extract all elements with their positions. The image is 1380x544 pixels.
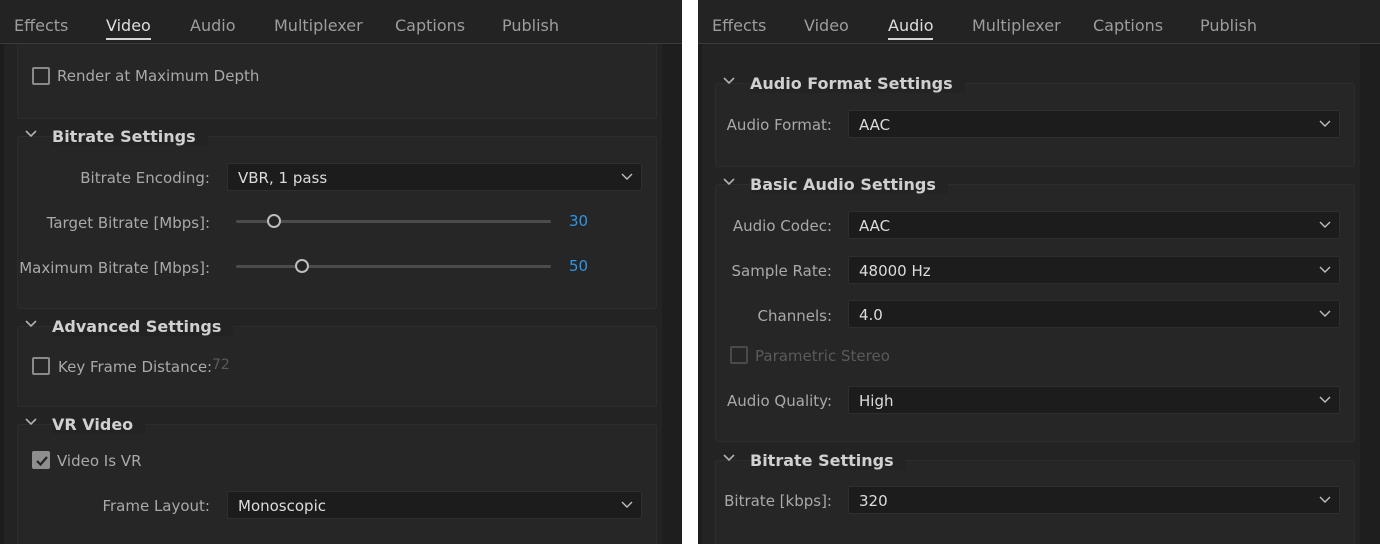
dropdown-arrow-icon xyxy=(1319,266,1331,273)
tab-effects[interactable]: Effects xyxy=(14,16,68,35)
chevron-down-icon[interactable] xyxy=(25,130,37,138)
target-bitrate-slider-thumb[interactable] xyxy=(266,214,281,228)
dropdown-arrow-icon xyxy=(1319,221,1331,228)
tab-bar: Effects Video Audio Multiplexer Captions… xyxy=(0,0,682,44)
tab-bar: Effects Video Audio Multiplexer Captions… xyxy=(698,0,1380,44)
chevron-down-icon[interactable] xyxy=(25,320,37,328)
dropdown-arrow-icon xyxy=(621,173,633,180)
key-frame-distance-label: Key Frame Distance: xyxy=(58,358,213,376)
video-is-vr-label: Video Is VR xyxy=(57,452,142,470)
audio-quality-value: High xyxy=(859,392,894,410)
tab-video[interactable]: Video xyxy=(106,16,151,40)
tab-captions[interactable]: Captions xyxy=(1093,16,1163,35)
sample-rate-label: Sample Rate: xyxy=(731,262,832,280)
frame-layout-label: Frame Layout: xyxy=(102,497,210,515)
key-frame-distance-value: 72 xyxy=(212,357,230,373)
tab-video[interactable]: Video xyxy=(804,16,849,35)
dropdown-arrow-icon xyxy=(1319,310,1331,317)
tab-multiplexer[interactable]: Multiplexer xyxy=(274,16,363,35)
target-bitrate-value[interactable]: 30 xyxy=(569,212,588,230)
vr-video-box xyxy=(17,424,657,544)
bitrate-settings-title: Bitrate Settings xyxy=(52,127,208,146)
audio-codec-dropdown[interactable]: AAC xyxy=(848,211,1340,239)
parametric-stereo-label: Parametric Stereo xyxy=(755,347,890,365)
tab-captions[interactable]: Captions xyxy=(395,16,465,35)
tab-multiplexer[interactable]: Multiplexer xyxy=(972,16,1061,35)
scrollbar-track[interactable] xyxy=(662,44,682,544)
dropdown-arrow-icon xyxy=(1319,120,1331,127)
scrollbar-track[interactable] xyxy=(1360,44,1380,544)
tab-effects[interactable]: Effects xyxy=(712,16,766,35)
channels-label: Channels: xyxy=(757,307,832,325)
chevron-down-icon[interactable] xyxy=(25,418,37,426)
audio-codec-label: Audio Codec: xyxy=(732,217,832,235)
tab-publish[interactable]: Publish xyxy=(502,16,559,35)
audio-bitrate-label: Bitrate [kbps]: xyxy=(724,492,832,510)
left-edge xyxy=(0,44,4,544)
audio-quality-dropdown[interactable]: High xyxy=(848,386,1340,414)
audio-bitrate-value: 320 xyxy=(859,492,888,510)
audio-format-settings-title: Audio Format Settings xyxy=(750,74,965,93)
bitrate-encoding-label: Bitrate Encoding: xyxy=(80,169,210,187)
checkmark-icon xyxy=(36,456,48,467)
vr-video-title: VR Video xyxy=(52,415,146,434)
key-frame-distance-checkbox[interactable] xyxy=(32,357,50,375)
parametric-stereo-checkbox[interactable] xyxy=(730,346,748,364)
channels-value: 4.0 xyxy=(859,306,883,324)
render-max-depth-checkbox[interactable] xyxy=(32,67,50,85)
dropdown-arrow-icon xyxy=(1319,396,1331,403)
audio-quality-label: Audio Quality: xyxy=(727,392,832,410)
frame-layout-dropdown[interactable]: Monoscopic xyxy=(227,491,642,519)
sample-rate-dropdown[interactable]: 48000 Hz xyxy=(848,256,1340,284)
export-settings-video-panel: Effects Video Audio Multiplexer Captions… xyxy=(0,0,682,544)
chevron-down-icon[interactable] xyxy=(723,77,735,85)
dropdown-arrow-icon xyxy=(621,501,633,508)
chevron-down-icon[interactable] xyxy=(723,178,735,186)
tab-publish[interactable]: Publish xyxy=(1200,16,1257,35)
audio-bitrate-settings-title: Bitrate Settings xyxy=(750,451,906,470)
video-is-vr-checkbox[interactable] xyxy=(32,451,50,469)
audio-format-label: Audio Format: xyxy=(726,116,832,134)
target-bitrate-label: Target Bitrate [Mbps]: xyxy=(46,214,210,232)
max-bitrate-value[interactable]: 50 xyxy=(569,257,588,275)
max-bitrate-label: Maximum Bitrate [Mbps]: xyxy=(19,259,210,277)
frame-layout-value: Monoscopic xyxy=(238,497,326,515)
tab-audio[interactable]: Audio xyxy=(888,16,934,40)
bitrate-encoding-value: VBR, 1 pass xyxy=(238,169,328,187)
render-max-depth-label: Render at Maximum Depth xyxy=(57,67,260,85)
basic-audio-settings-title: Basic Audio Settings xyxy=(750,175,948,194)
channels-dropdown[interactable]: 4.0 xyxy=(848,300,1340,328)
target-bitrate-slider[interactable] xyxy=(236,220,551,223)
tab-audio[interactable]: Audio xyxy=(190,16,235,35)
left-edge xyxy=(698,44,702,544)
audio-codec-value: AAC xyxy=(859,217,891,235)
chevron-down-icon[interactable] xyxy=(723,454,735,462)
audio-format-value: AAC xyxy=(859,116,891,134)
dropdown-arrow-icon xyxy=(1319,496,1331,503)
export-settings-audio-panel: Effects Video Audio Multiplexer Captions… xyxy=(698,0,1380,544)
max-bitrate-slider[interactable] xyxy=(236,265,551,268)
audio-format-dropdown[interactable]: AAC xyxy=(848,110,1340,138)
bitrate-encoding-dropdown[interactable]: VBR, 1 pass xyxy=(227,163,642,191)
advanced-settings-title: Advanced Settings xyxy=(52,317,234,336)
sample-rate-value: 48000 Hz xyxy=(859,262,931,280)
audio-bitrate-dropdown[interactable]: 320 xyxy=(848,486,1340,514)
